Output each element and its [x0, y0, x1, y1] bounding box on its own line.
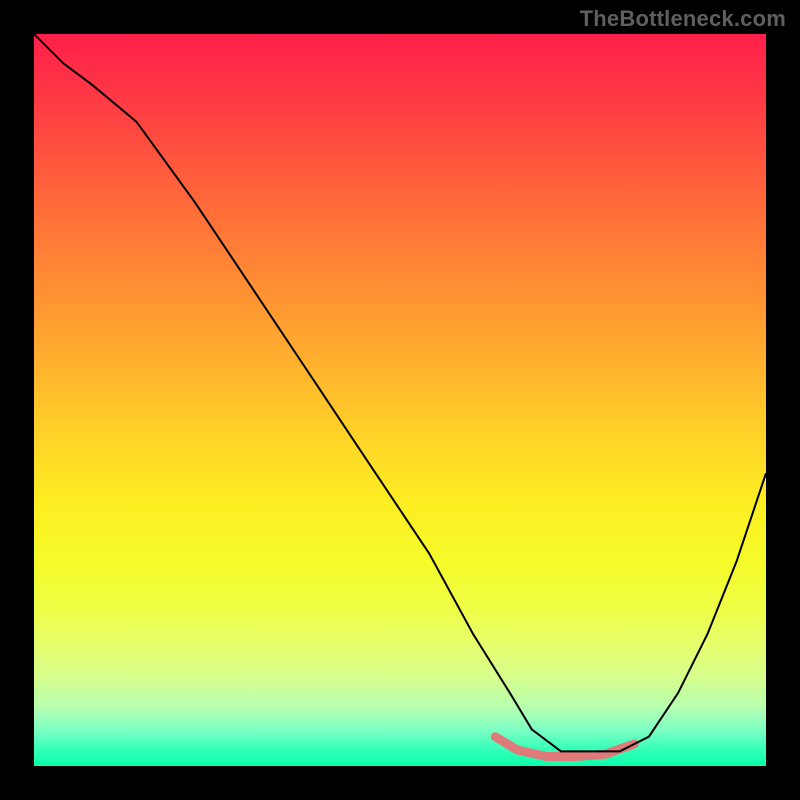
curve-svg [34, 34, 766, 766]
watermark-text: TheBottleneck.com [580, 6, 786, 32]
bottleneck-curve [34, 34, 766, 751]
highlight-curve [495, 737, 634, 757]
chart-frame: TheBottleneck.com [0, 0, 800, 800]
